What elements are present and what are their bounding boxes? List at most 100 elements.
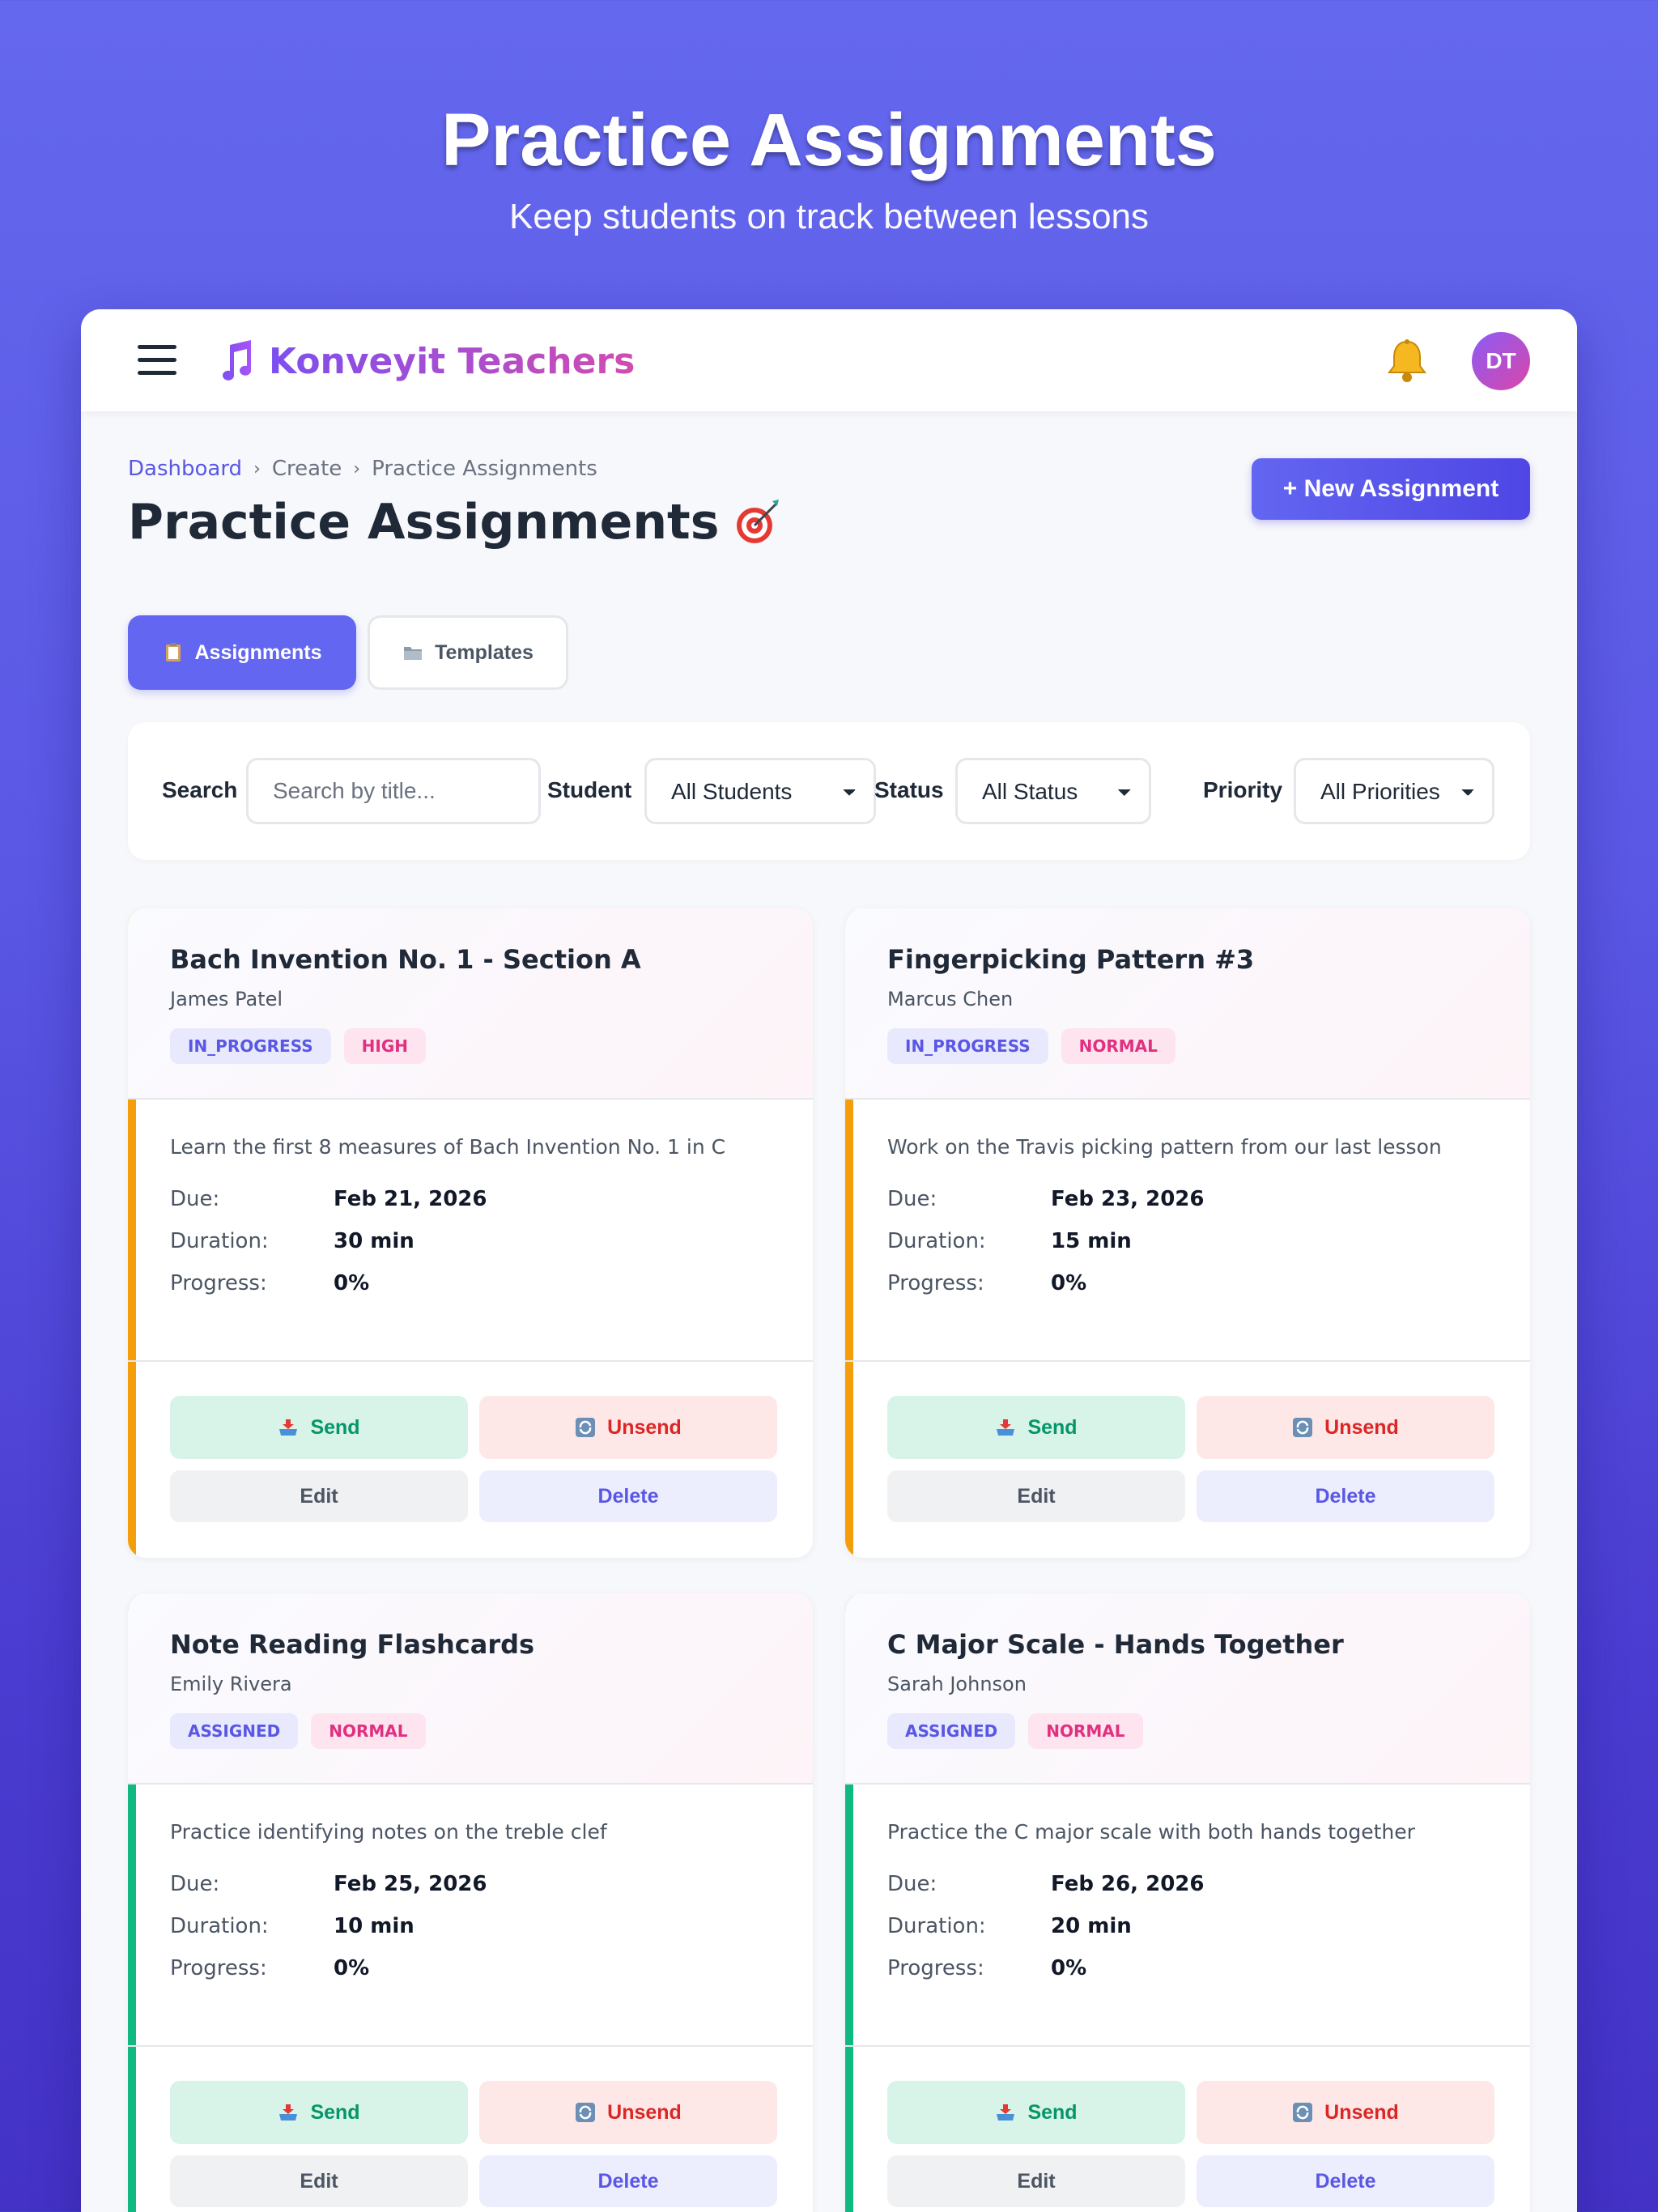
- assignment-card[interactable]: Bach Invention No. 1 - Section A James P…: [128, 908, 813, 1558]
- card-description: Work on the Travis picking pattern from …: [887, 1135, 1442, 1159]
- brand[interactable]: Konveyit Teachers: [220, 337, 635, 385]
- card-student: Sarah Johnson: [887, 1673, 1027, 1695]
- search-input[interactable]: [246, 758, 541, 824]
- progress-label: Progress:: [170, 1956, 267, 1980]
- music-note-icon: [223, 340, 251, 381]
- assignment-card[interactable]: C Major Scale - Hands Together Sarah Joh…: [845, 1593, 1530, 2212]
- progress-label: Progress:: [887, 1956, 984, 1980]
- priority-badge: HIGH: [343, 1028, 426, 1064]
- status-badge: IN_PROGRESS: [170, 1028, 331, 1064]
- chevron-right-icon: ›: [353, 458, 361, 479]
- send-label: Send: [1027, 1415, 1078, 1439]
- unsend-label: Unsend: [1324, 2100, 1399, 2124]
- hero-title: Practice Assignments: [441, 99, 1217, 181]
- progress-row: Progress: 0%: [887, 1956, 1086, 1980]
- hero: Practice Assignments Keep students on tr…: [0, 96, 1658, 240]
- tab-assignments[interactable]: Assignments: [128, 615, 356, 690]
- unsend-button[interactable]: Unsend: [479, 2081, 777, 2144]
- divider: [845, 2045, 1530, 2047]
- unsend-button[interactable]: Unsend: [479, 1396, 777, 1459]
- unsend-button[interactable]: Unsend: [1197, 2081, 1494, 2144]
- student-label: Student: [547, 777, 632, 802]
- refresh-icon: [576, 1418, 596, 1437]
- card-title: Bach Invention No. 1 - Section A: [170, 944, 641, 975]
- breadcrumb-current: Practice Assignments: [372, 457, 597, 481]
- divider: [128, 1360, 813, 1362]
- priority-badge: NORMAL: [311, 1713, 426, 1749]
- edit-button[interactable]: Edit: [170, 2155, 468, 2207]
- duration-label: Duration:: [887, 1914, 986, 1938]
- progress-label: Progress:: [887, 1271, 984, 1295]
- progress-row: Progress: 0%: [170, 1956, 369, 1980]
- duration-label: Duration:: [887, 1229, 986, 1253]
- unsend-label: Unsend: [1324, 1415, 1399, 1439]
- divider: [128, 2045, 813, 2047]
- due-row: Due: Feb 25, 2026: [170, 1872, 487, 1896]
- send-button[interactable]: Send: [887, 2081, 1185, 2144]
- divider: [845, 1360, 1530, 1362]
- student-select[interactable]: All Students: [644, 758, 876, 824]
- duration-row: Duration: 10 min: [170, 1914, 414, 1938]
- duration-value: 15 min: [1051, 1229, 1132, 1253]
- inbox-tray-icon: [279, 2104, 298, 2121]
- due-row: Due: Feb 21, 2026: [170, 1187, 487, 1211]
- hamburger-menu-icon[interactable]: [138, 345, 176, 376]
- tab-templates[interactable]: Templates: [368, 615, 568, 690]
- delete-button[interactable]: Delete: [1197, 2155, 1494, 2207]
- assignment-card[interactable]: Fingerpicking Pattern #3 Marcus Chen IN_…: [845, 908, 1530, 1558]
- duration-row: Duration: 15 min: [887, 1229, 1132, 1253]
- chevron-right-icon: ›: [253, 458, 261, 479]
- brand-name: Konveyit Teachers: [269, 340, 636, 382]
- inbox-tray-icon: [997, 1419, 1015, 1436]
- send-label: Send: [1027, 2100, 1078, 2124]
- send-button[interactable]: Send: [887, 1396, 1185, 1459]
- unsend-button[interactable]: Unsend: [1197, 1396, 1494, 1459]
- refresh-icon: [576, 2103, 596, 2122]
- card-header: C Major Scale - Hands Together Sarah Joh…: [845, 1593, 1530, 1784]
- avatar[interactable]: DT: [1472, 332, 1530, 390]
- card-description: Learn the first 8 measures of Bach Inven…: [170, 1135, 726, 1159]
- edit-button[interactable]: Edit: [170, 1470, 468, 1522]
- due-value: Feb 25, 2026: [334, 1872, 487, 1896]
- due-value: Feb 23, 2026: [1051, 1187, 1205, 1211]
- edit-button[interactable]: Edit: [887, 1470, 1185, 1522]
- progress-value: 0%: [1051, 1956, 1087, 1980]
- folder-icon: [404, 647, 423, 660]
- status-label: Status: [874, 777, 944, 802]
- card-student: Emily Rivera: [170, 1673, 292, 1695]
- delete-button[interactable]: Delete: [1197, 1470, 1494, 1522]
- send-button[interactable]: Send: [170, 2081, 468, 2144]
- card-title: C Major Scale - Hands Together: [887, 1629, 1344, 1660]
- due-value: Feb 26, 2026: [1051, 1872, 1205, 1896]
- send-button[interactable]: Send: [170, 1396, 468, 1459]
- duration-value: 10 min: [334, 1914, 414, 1938]
- delete-button[interactable]: Delete: [479, 2155, 777, 2207]
- new-assignment-button[interactable]: + New Assignment: [1252, 458, 1530, 520]
- progress-value: 0%: [1051, 1271, 1087, 1295]
- breadcrumb-create[interactable]: Create: [272, 457, 342, 481]
- card-description: Practice the C major scale with both han…: [887, 1820, 1415, 1844]
- refresh-icon: [1293, 2103, 1313, 2122]
- clipboard-icon: [165, 643, 181, 661]
- due-label: Due:: [887, 1872, 937, 1896]
- bell-icon[interactable]: [1386, 338, 1428, 384]
- delete-button[interactable]: Delete: [479, 1470, 777, 1522]
- tab-assignments-label: Assignments: [194, 640, 322, 664]
- card-header: Fingerpicking Pattern #3 Marcus Chen IN_…: [845, 908, 1530, 1100]
- status-badge: ASSIGNED: [170, 1713, 299, 1749]
- status-select[interactable]: All Status: [955, 758, 1151, 824]
- breadcrumb: Dashboard › Create › Practice Assignment…: [128, 457, 597, 481]
- assignment-card[interactable]: Note Reading Flashcards Emily Rivera ASS…: [128, 1593, 813, 2212]
- card-title: Fingerpicking Pattern #3: [887, 944, 1255, 975]
- duration-label: Duration:: [170, 1914, 269, 1938]
- priority-label: Priority: [1203, 777, 1283, 802]
- due-row: Due: Feb 23, 2026: [887, 1187, 1204, 1211]
- progress-label: Progress:: [170, 1271, 267, 1295]
- card-description: Practice identifying notes on the treble…: [170, 1820, 607, 1844]
- breadcrumb-dashboard[interactable]: Dashboard: [128, 457, 242, 481]
- send-label: Send: [310, 1415, 360, 1439]
- edit-button[interactable]: Edit: [887, 2155, 1185, 2207]
- inbox-tray-icon: [279, 1419, 298, 1436]
- priority-select[interactable]: All Priorities: [1294, 758, 1494, 824]
- priority-badge: NORMAL: [1061, 1028, 1175, 1064]
